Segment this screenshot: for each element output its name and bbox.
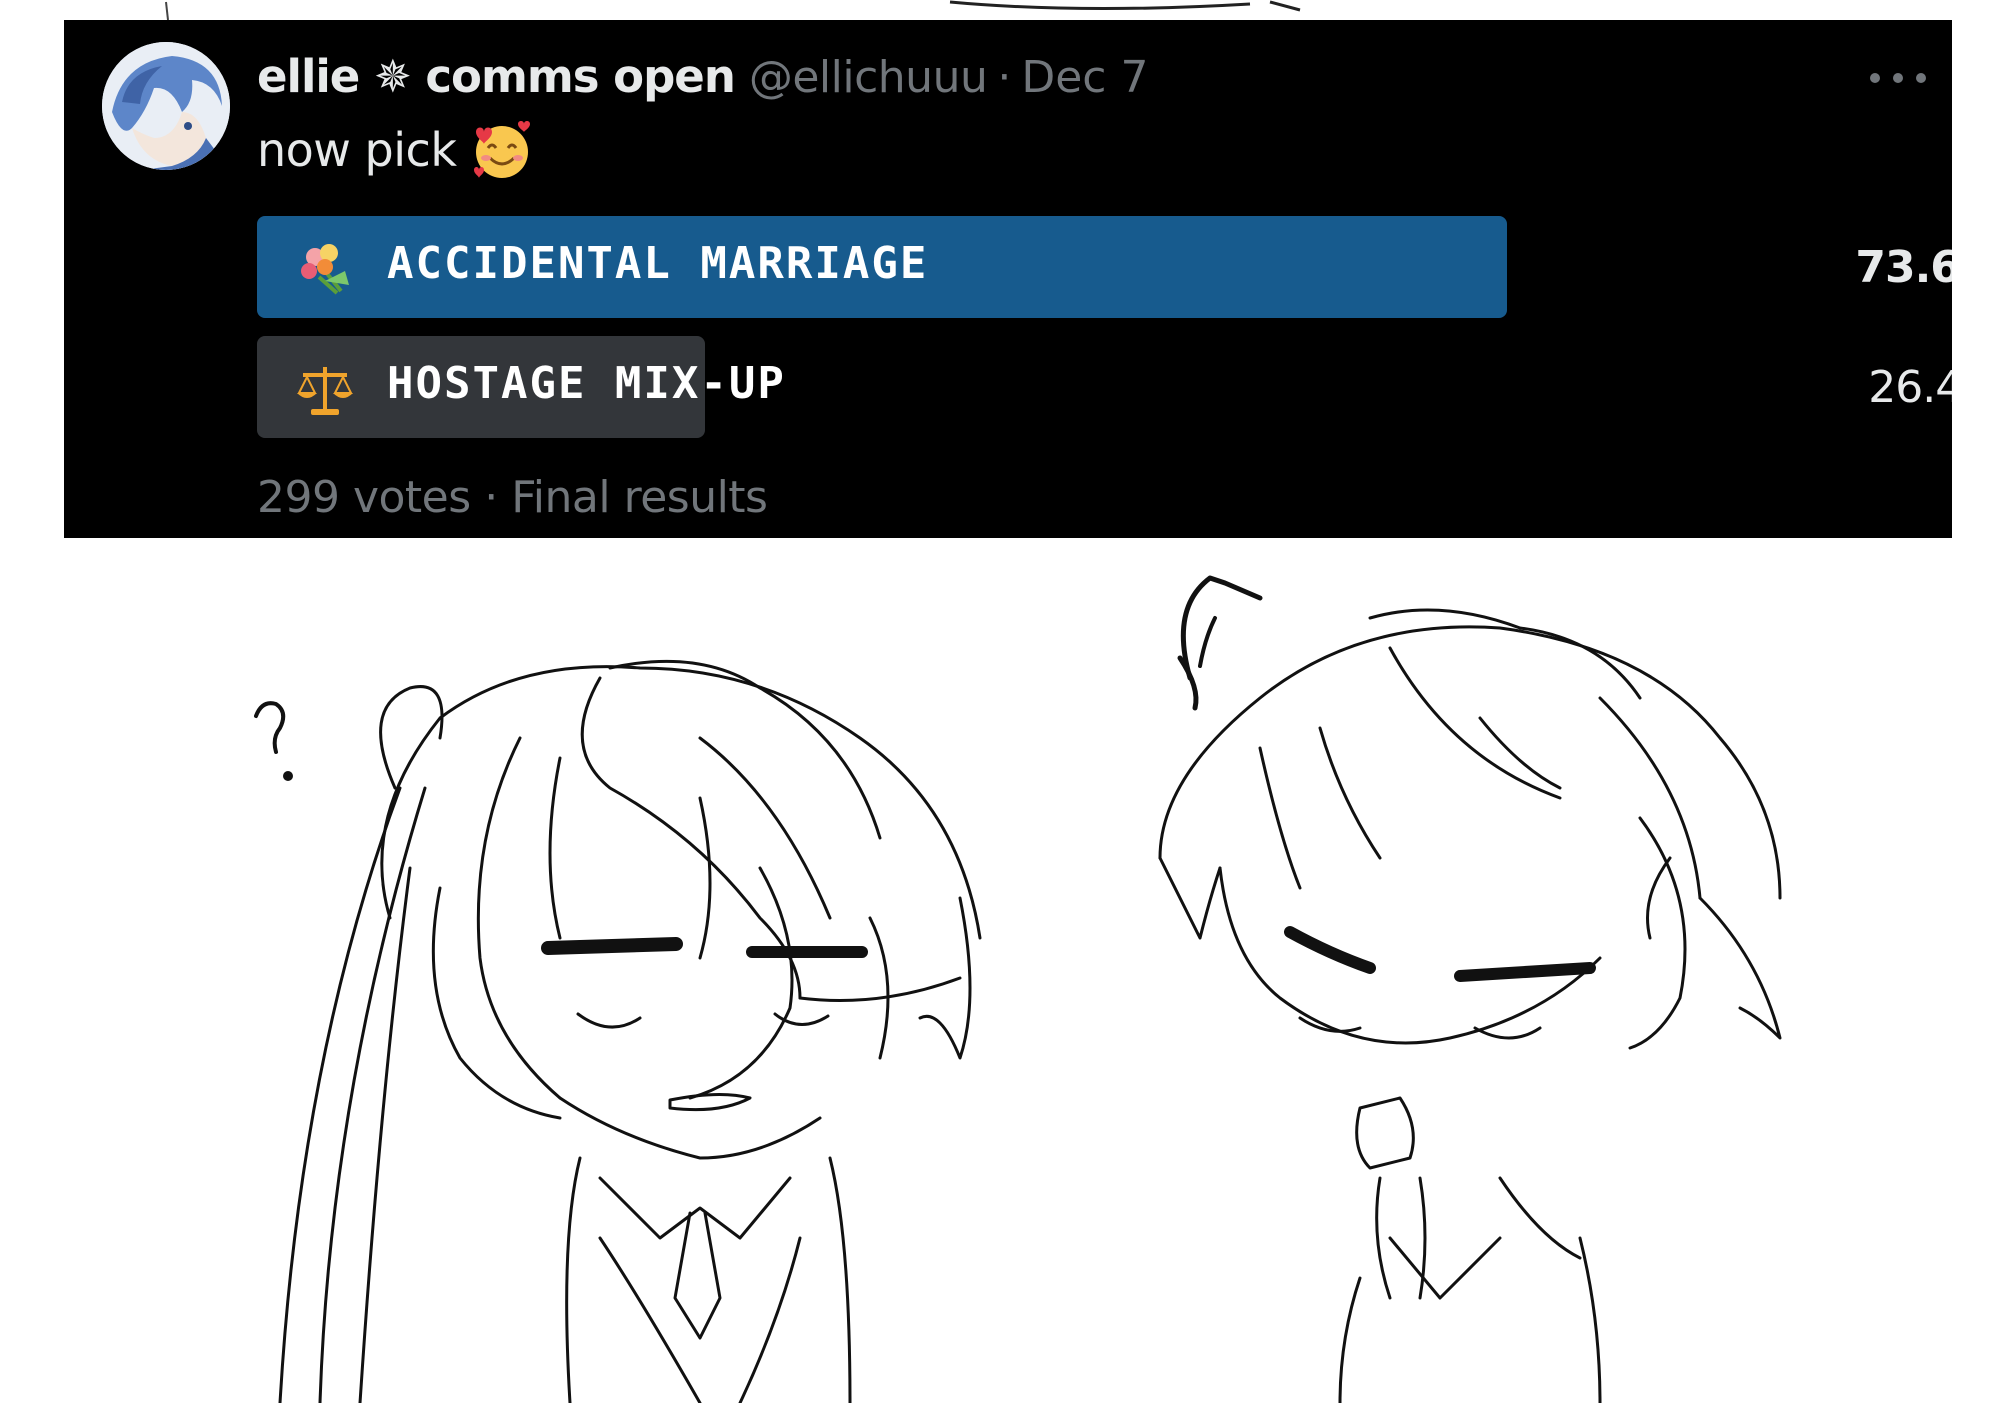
- more-dot: [1870, 73, 1880, 83]
- poll-option-2-percent: 26.4%: [1868, 362, 1952, 413]
- comic-panel: [254, 575, 1782, 1403]
- poll-option-1-percent: 73.6%: [1855, 242, 1952, 293]
- surprise-mark-doodle: [1198, 616, 1217, 668]
- poll-vote-count: 299 votes: [257, 472, 471, 523]
- avatar[interactable]: [102, 42, 230, 170]
- bouquet-icon: [301, 244, 349, 295]
- more-dot: [1916, 73, 1926, 83]
- poll-meta: 299 votes · Final results: [257, 472, 768, 523]
- smiling-face-with-hearts-icon: [474, 121, 531, 178]
- left-character-sketch: [278, 659, 982, 1403]
- poll-option-1[interactable]: ACCIDENTAL MARRIAGE 73.6%: [257, 216, 1952, 318]
- poll-option-1-label: ACCIDENTAL MARRIAGE: [387, 238, 929, 289]
- question-mark-doodle: [254, 701, 293, 781]
- right-character-sketch: [1158, 575, 1782, 1403]
- avatar-image: [102, 42, 230, 170]
- tweet-text-content: now pick: [257, 123, 457, 177]
- poll-option-2[interactable]: HOSTAGE MIX-UP 26.4%: [257, 336, 1952, 438]
- balance-scale-icon: [297, 367, 353, 415]
- poll-status: Final results: [511, 472, 768, 523]
- poll-meta-separator: ·: [484, 472, 498, 523]
- user-handle[interactable]: @ellichuuu: [749, 52, 988, 103]
- tweet-text: now pick: [257, 118, 534, 182]
- more-options-icon[interactable]: [1870, 66, 1926, 90]
- tweet-date[interactable]: Dec 7: [1021, 52, 1148, 103]
- tweet-header: ellie ✵ comms open @ellichuuu · Dec 7: [257, 50, 1148, 106]
- header-separator: ·: [997, 52, 1012, 103]
- display-name[interactable]: ellie ✵ comms open: [257, 50, 736, 103]
- more-dot: [1893, 73, 1903, 83]
- top-sketch-remnant: [165, 0, 1301, 20]
- tweet-card[interactable]: ellie ✵ comms open @ellichuuu · Dec 7 no…: [64, 20, 1952, 538]
- poll-option-2-label: HOSTAGE MIX-UP: [387, 358, 786, 409]
